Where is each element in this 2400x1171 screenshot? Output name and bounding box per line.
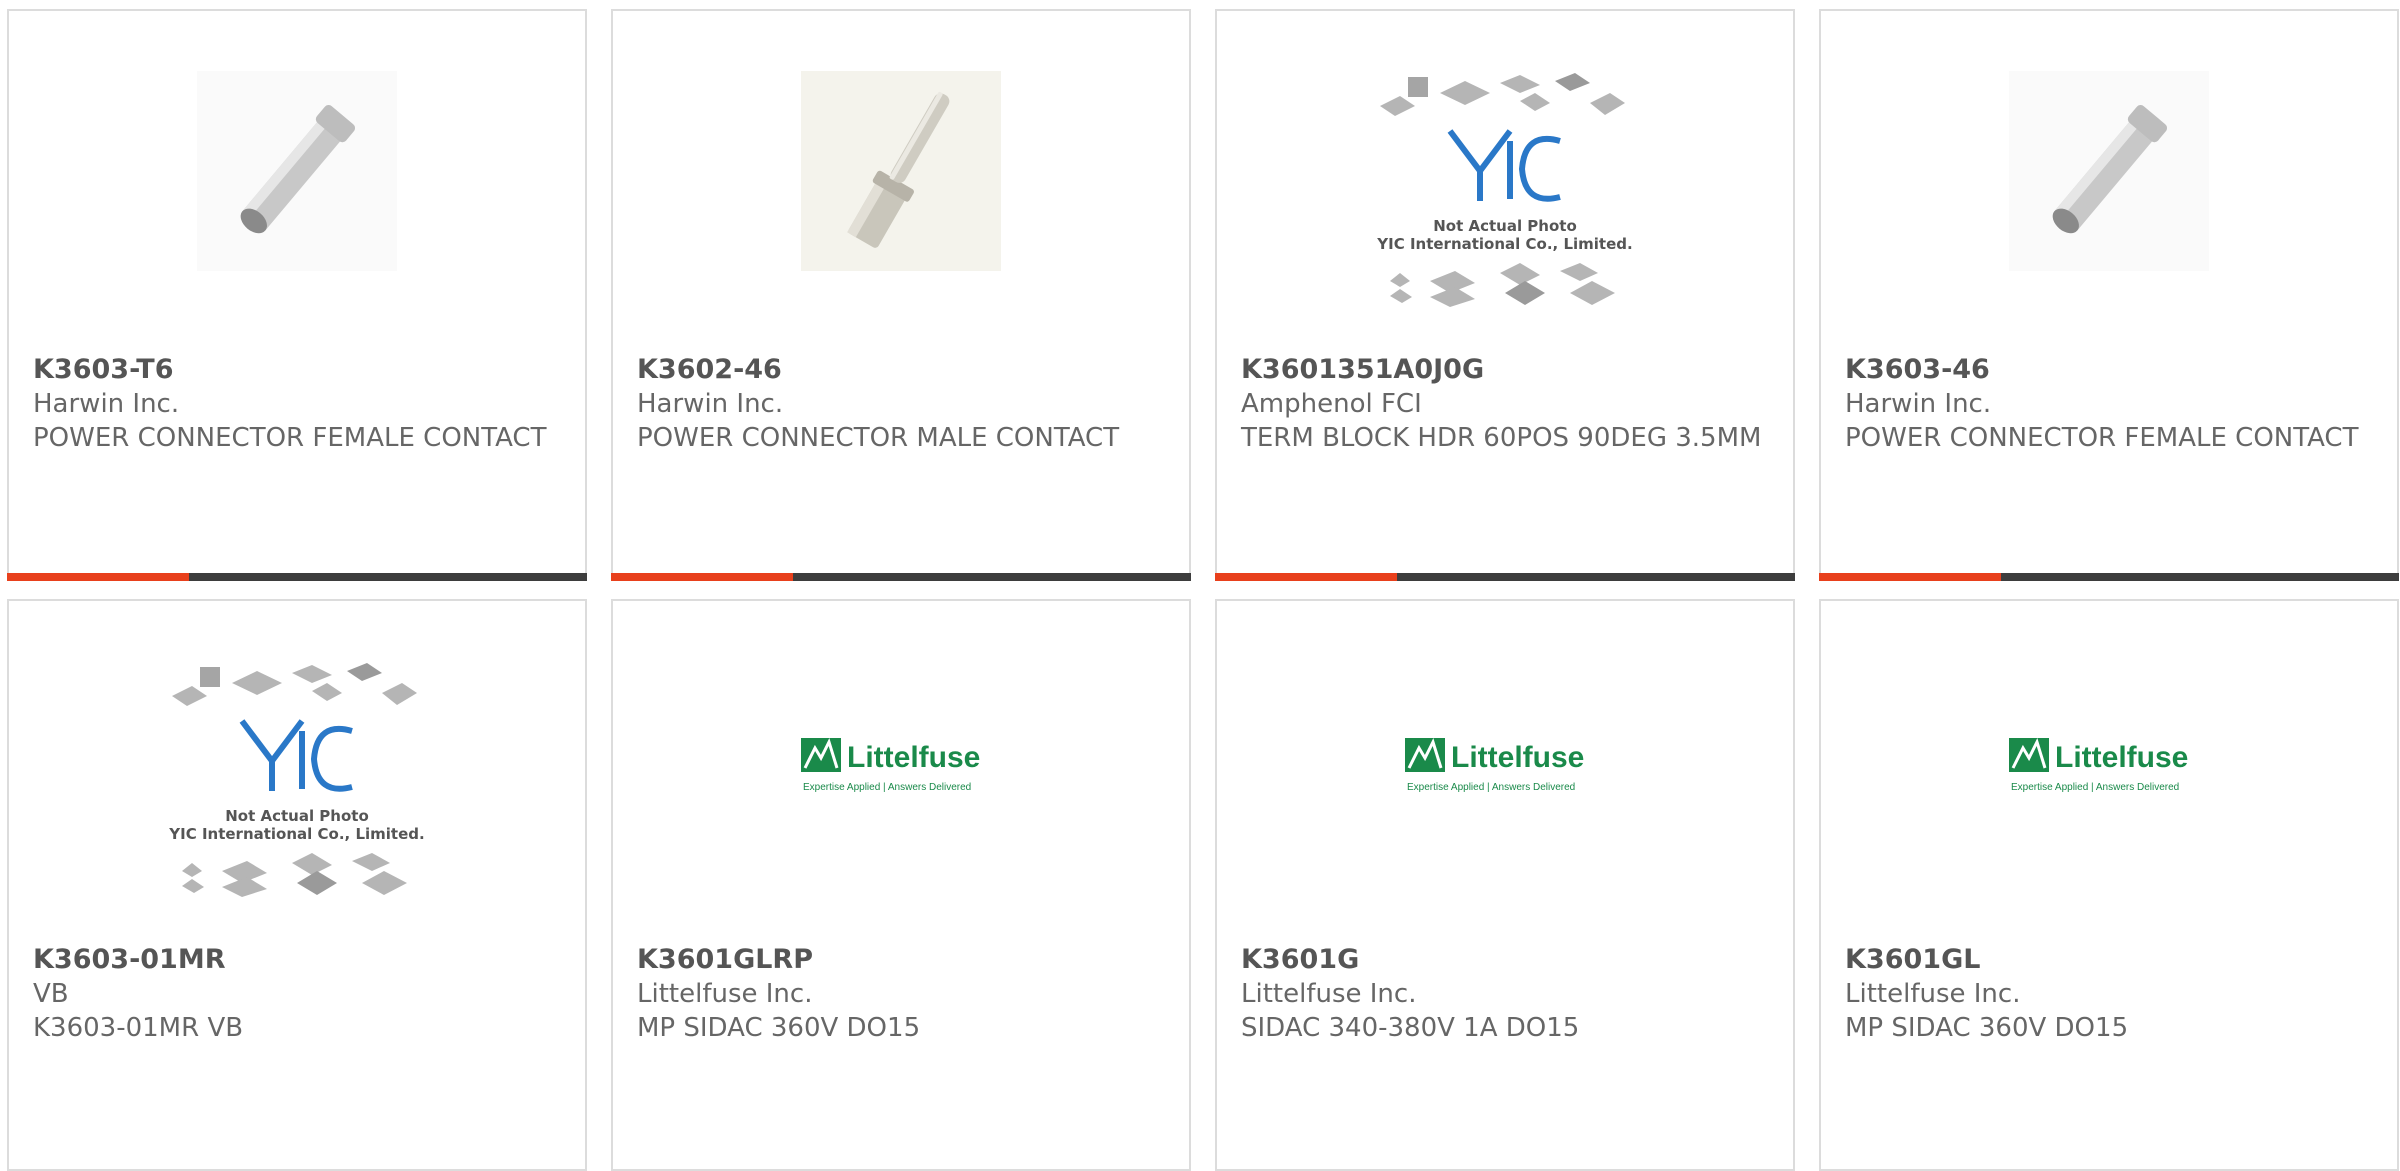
manufacturer: VB (33, 979, 69, 1009)
littelfuse-brand: Littelfuse (1451, 741, 1584, 774)
placeholder-line2: YIC International Co., Limited. (1376, 235, 1632, 253)
manufacturer: Amphenol FCI (1241, 389, 1422, 419)
product-image[interactable] (9, 71, 585, 341)
placeholder-line2: YIC International Co., Limited. (168, 825, 424, 843)
card-bar (1215, 573, 1795, 581)
littelfuse-tagline: Expertise Applied | Answers Delivered (803, 782, 971, 793)
product-card[interactable]: K3603-46 Harwin Inc. POWER CONNECTOR FEM… (1819, 9, 2399, 581)
manufacturer: Harwin Inc. (33, 389, 180, 419)
manufacturer: Harwin Inc. (1845, 389, 1992, 419)
placeholder-line1: Not Actual Photo (225, 807, 369, 825)
littelfuse-logo: Littelfuse Expertise Applied | Answers D… (1405, 737, 1584, 793)
littelfuse-logo: Littelfuse Expertise Applied | Answers D… (801, 737, 980, 793)
product-image[interactable]: Littelfuse Expertise Applied | Answers D… (1821, 661, 2397, 931)
card-bar (7, 573, 587, 581)
manufacturer: Littelfuse Inc. (1241, 979, 1417, 1009)
pin-female-photo (197, 71, 397, 271)
product-card[interactable]: K3602-46 Harwin Inc. POWER CONNECTOR MAL… (611, 9, 1191, 581)
description: SIDAC 340-380V 1A DO15 (1241, 1013, 1580, 1043)
manufacturer: Littelfuse Inc. (637, 979, 813, 1009)
pin-female-photo (2009, 71, 2209, 271)
description: POWER CONNECTOR FEMALE CONTACT (1845, 423, 2359, 453)
littelfuse-brand: Littelfuse (2055, 741, 2188, 774)
part-number[interactable]: K3601351A0J0G (1241, 353, 1773, 387)
description: POWER CONNECTOR MALE CONTACT (637, 423, 1120, 453)
part-number[interactable]: K3601GLRP (637, 943, 1169, 977)
product-image[interactable]: Not Actual Photo YIC International Co., … (1217, 71, 1793, 341)
description: K3603-01MR VB (33, 1013, 244, 1043)
description: MP SIDAC 360V DO15 (1845, 1013, 2129, 1043)
product-image[interactable]: Not Actual Photo YIC International Co., … (9, 661, 585, 931)
part-number[interactable]: K3603-46 (1845, 353, 2377, 387)
manufacturer: Harwin Inc. (637, 389, 784, 419)
product-card[interactable]: Littelfuse Expertise Applied | Answers D… (1819, 599, 2399, 1171)
product-card[interactable]: Not Actual Photo YIC International Co., … (7, 599, 587, 1171)
part-number[interactable]: K3602-46 (637, 353, 1169, 387)
yic-placeholder-image: Not Actual Photo YIC International Co., … (168, 663, 425, 897)
description: TERM BLOCK HDR 60POS 90DEG 3.5MM (1241, 423, 1762, 453)
product-image[interactable]: Littelfuse Expertise Applied | Answers D… (1217, 661, 1793, 931)
manufacturer: Littelfuse Inc. (1845, 979, 2021, 1009)
product-image[interactable] (613, 71, 1189, 341)
littelfuse-tagline: Expertise Applied | Answers Delivered (1407, 782, 1575, 793)
part-number[interactable]: K3603-T6 (33, 353, 565, 387)
description: MP SIDAC 360V DO15 (637, 1013, 921, 1043)
pin-male-photo (801, 71, 1001, 271)
product-image[interactable] (1821, 71, 2397, 341)
card-bar (1819, 573, 2399, 581)
part-number[interactable]: K3603-01MR (33, 943, 565, 977)
product-image[interactable]: Littelfuse Expertise Applied | Answers D… (613, 661, 1189, 931)
product-card[interactable]: Not Actual Photo YIC International Co., … (1215, 9, 1795, 581)
yic-placeholder-image: Not Actual Photo YIC International Co., … (1376, 73, 1633, 307)
part-number[interactable]: K3601G (1241, 943, 1773, 977)
part-number[interactable]: K3601GL (1845, 943, 2377, 977)
littelfuse-logo: Littelfuse Expertise Applied | Answers D… (2009, 737, 2188, 793)
product-card[interactable]: K3603-T6 Harwin Inc. POWER CONNECTOR FEM… (7, 9, 587, 581)
card-bar (611, 573, 1191, 581)
placeholder-line1: Not Actual Photo (1433, 217, 1577, 235)
product-card[interactable]: Littelfuse Expertise Applied | Answers D… (611, 599, 1191, 1171)
littelfuse-tagline: Expertise Applied | Answers Delivered (2011, 782, 2179, 793)
description: POWER CONNECTOR FEMALE CONTACT (33, 423, 547, 453)
littelfuse-brand: Littelfuse (847, 741, 980, 774)
product-card[interactable]: Littelfuse Expertise Applied | Answers D… (1215, 599, 1795, 1171)
